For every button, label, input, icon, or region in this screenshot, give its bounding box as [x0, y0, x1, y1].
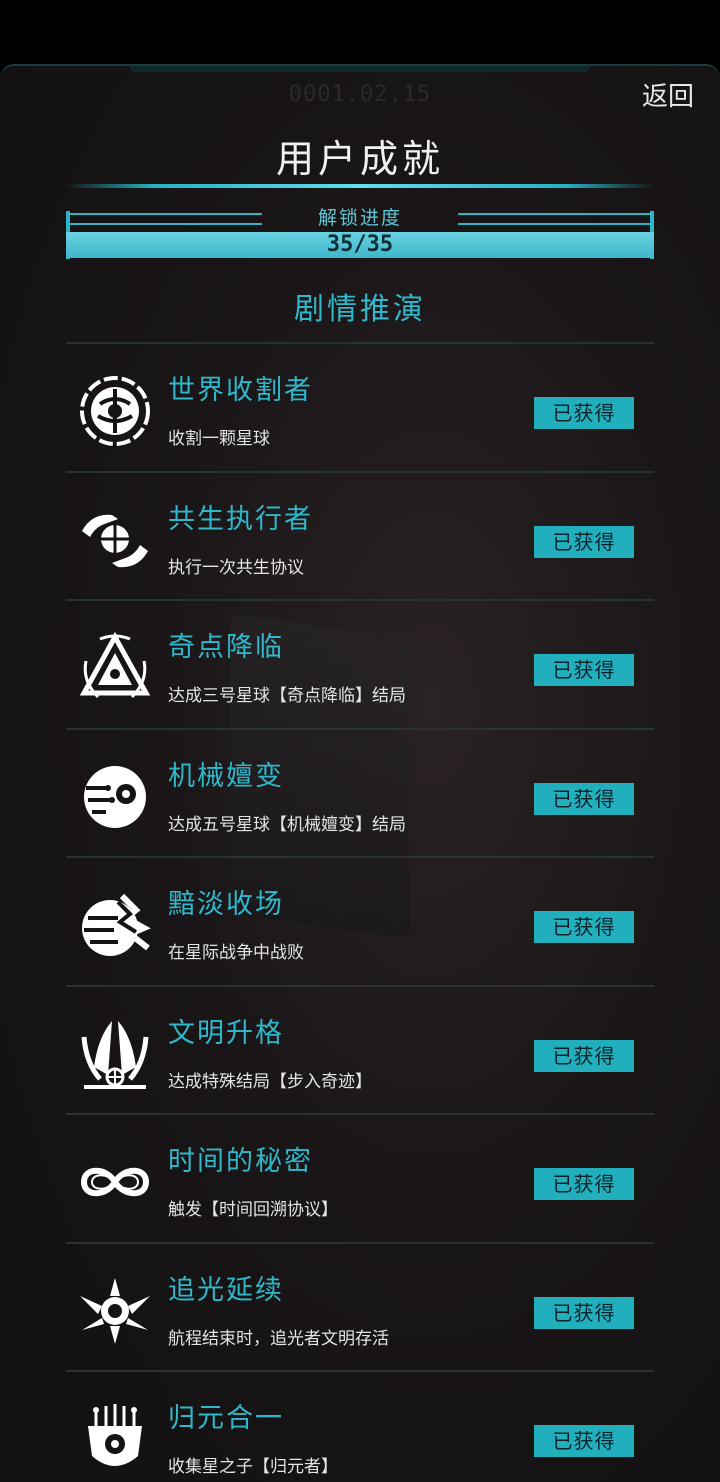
achievement-description: 达成特殊结局【步入奇迹】: [168, 1071, 372, 1092]
achievement-row[interactable]: 文明升格达成特殊结局【步入奇迹】 已获得: [66, 984, 654, 1114]
broken-planet-icon: [78, 888, 152, 962]
globe-hands-icon: [78, 503, 152, 577]
panel-top-notch: [130, 66, 590, 72]
achievement-status-badge: 已获得: [534, 397, 634, 429]
achievement-status-badge: 已获得: [534, 782, 634, 815]
date-stamp: 0001.02.15: [288, 82, 432, 107]
progress-value: 35/35: [326, 232, 394, 257]
achievement-row[interactable]: 机械嬗变达成五号星球【机械嬗变】结局 已获得: [66, 727, 654, 857]
achievements-panel: 0001.02.15 返回 用户成就 解锁进度 35/35 剧情推演 世界收割者…: [0, 64, 720, 1482]
achievement-description: 收割一颗星球: [168, 429, 270, 449]
achievement-name: 追光延续: [168, 1274, 284, 1306]
achievement-description: 航程结束时，追光者文明存活: [168, 1328, 389, 1349]
achievement-status-badge: 已获得: [534, 525, 634, 558]
progress-label: 解锁进度: [317, 207, 402, 229]
achievement-name: 归元合一: [168, 1403, 284, 1434]
winged-star-icon: [78, 1274, 152, 1348]
achievement-name: 时间的秘密: [168, 1146, 313, 1177]
achievement-row[interactable]: 共生执行者执行一次共生协议 已获得: [66, 470, 654, 600]
achievement-description: 触发【时间回溯协议】: [168, 1200, 338, 1220]
back-button[interactable]: 返回: [642, 76, 694, 113]
achievement-row[interactable]: 时间的秘密触发【时间回溯协议】 已获得: [66, 1113, 654, 1242]
achievement-description: 执行一次共生协议: [168, 557, 304, 578]
achievement-status-badge: 已获得: [534, 1425, 634, 1457]
achievement-status-badge: 已获得: [534, 1296, 634, 1329]
achievement-name: 机械嬗变: [168, 760, 284, 792]
achievement-row[interactable]: 世界收割者收割一颗星球 已获得: [66, 342, 654, 471]
achievement-row[interactable]: 黯淡收场在星际战争中战败 已获得: [66, 856, 654, 985]
page-title: 用户成就: [275, 137, 444, 181]
infinity-icon: [78, 1145, 152, 1219]
achievement-name: 奇点降临: [168, 632, 284, 663]
achievement-description: 收集星之子【归元者】: [168, 1457, 338, 1477]
section-title: 剧情推演: [294, 292, 426, 327]
achievement-description: 达成五号星球【机械嬗变】结局: [168, 814, 406, 835]
achievement-status-badge: 已获得: [534, 654, 634, 686]
achievement-name: 文明升格: [168, 1017, 284, 1049]
achievement-row[interactable]: 奇点降临达成三号星球【奇点降临】结局 已获得: [66, 599, 654, 728]
achievement-status-badge: 已获得: [534, 1168, 634, 1200]
achievement-row[interactable]: 追光延续航程结束时，追光者文明存活 已获得: [66, 1241, 654, 1371]
title-divider: [66, 184, 654, 188]
unlock-progress: 解锁进度 35/35: [66, 207, 654, 261]
achievement-name: 世界收割者: [168, 375, 313, 406]
progress-bar: 35/35: [66, 232, 654, 258]
singularity-triangle-icon: [78, 631, 152, 705]
achievement-status-badge: 已获得: [534, 1039, 634, 1072]
achievement-name: 黯淡收场: [168, 889, 284, 920]
achievement-description: 在星际战争中战败: [168, 943, 304, 963]
winged-emblem-icon: [78, 1017, 152, 1091]
achievement-row[interactable]: 归元合一收集星之子【归元者】 已获得: [66, 1370, 654, 1482]
planet-harvest-icon: [78, 374, 152, 448]
achievement-list: 世界收割者 收割一颗星球 已获得 共生执行者 执行一次共生协议 已获得 奇点降临 达成三号星球…: [0, 342, 720, 1482]
achievement-description: 达成三号星球【奇点降临】结局: [168, 686, 406, 706]
circuit-mask-icon: [78, 1402, 152, 1476]
achievement-name: 共生执行者: [168, 503, 313, 535]
achievement-status-badge: 已获得: [534, 911, 634, 943]
mechanical-eye-icon: [78, 760, 152, 834]
